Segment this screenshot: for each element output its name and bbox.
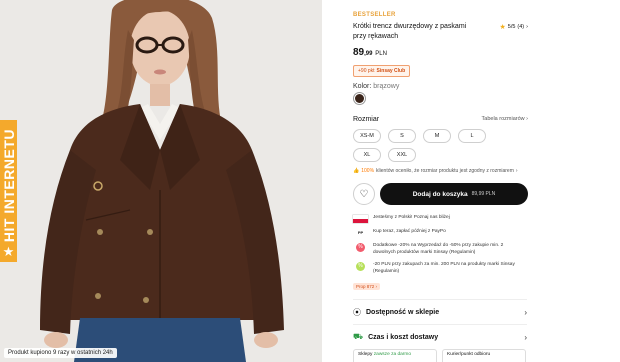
- delivery-info-row[interactable]: ⛟ Czas i koszt dostawy ›: [353, 324, 527, 342]
- size-option-xs-m[interactable]: XS-M: [353, 129, 381, 143]
- star-icon: ★: [2, 244, 15, 259]
- size-option-s[interactable]: S: [388, 129, 416, 143]
- size-option-l[interactable]: L: [458, 129, 486, 143]
- add-to-cart-label: Dodaj do koszyka: [412, 190, 468, 198]
- color-label: Kolor: brązowy: [353, 83, 620, 90]
- club-points-value: +90 pkt: [358, 68, 375, 74]
- promo-chip[interactable]: Prop 872 ›: [353, 283, 381, 290]
- color-value: brązowy: [373, 83, 400, 90]
- heart-icon: ♡: [359, 188, 369, 200]
- add-to-cart-price: 89,99 PLN: [471, 191, 496, 197]
- fit-note-text: klientów oceniło, że rozmiar produktu je…: [376, 168, 514, 174]
- club-name: Sinsay Club: [376, 68, 406, 74]
- delivery-options: Sklepy zawsze za darmo Kurier/punkt odbi…: [353, 349, 620, 362]
- club-points-chip: +90 pkt Sinsay Club: [353, 65, 411, 77]
- chevron-right-icon: ›: [524, 308, 527, 317]
- size-option-m[interactable]: M: [423, 129, 451, 143]
- bestseller-badge: BESTSELLER: [353, 12, 396, 18]
- size-options: XS-M S M L XL XXL: [353, 129, 503, 162]
- rating-star-icon: ★: [499, 24, 506, 31]
- promo-chip-label: Prop 872: [356, 284, 375, 289]
- store-availability-row[interactable]: ⦿ Dostępność w sklepie ›: [353, 299, 527, 318]
- hit-badge-label: HIT INTERNETU: [0, 128, 17, 242]
- delivery-card-sub: zawsze za darmo: [373, 352, 412, 357]
- price-main: 89: [353, 47, 365, 58]
- color-label-text: Kolor:: [353, 83, 372, 90]
- perk-item: % -20 PLN przy zakupach za min. 200 PLN …: [353, 261, 523, 275]
- product-photo[interactable]: HIT INTERNETU ★ Produkt kupiono 9 razy w…: [0, 0, 322, 362]
- perk-item: PP Kup teraz, zapłać później z PayPo: [353, 229, 523, 237]
- poland-flag-icon: [353, 215, 368, 223]
- size-guide-link[interactable]: Tabela rozmiarów ›: [482, 116, 528, 123]
- fit-note: 👍 100% klientów oceniło, że rozmiar prod…: [353, 168, 620, 174]
- perk-item: % Dodatkowe -20% na Wyprzedaż do -50% pr…: [353, 242, 523, 256]
- rating-count: (4): [517, 24, 525, 30]
- price-decimals: ,99: [364, 51, 373, 57]
- buy-row: ♡ Dodaj do koszyka 89,99 PLN: [353, 183, 620, 205]
- size-option-xxl[interactable]: XXL: [388, 148, 416, 162]
- perk-text: Kup teraz, zapłać później z PayPo: [373, 229, 446, 234]
- size-guide-label: Tabela rozmiarów: [481, 116, 525, 122]
- store-availability-label: Dostępność w sklepie: [366, 309, 440, 316]
- chevron-right-icon[interactable]: ›: [516, 168, 518, 174]
- chevron-right-icon: ›: [524, 332, 527, 342]
- model-illustration: [0, 0, 322, 362]
- size-label: Rozmiar: [353, 116, 380, 123]
- hit-internetu-badge: HIT INTERNETU ★: [0, 120, 17, 262]
- location-pin-icon: ⦿: [353, 308, 361, 317]
- delivery-card-stores[interactable]: Sklepy zawsze za darmo: [353, 349, 437, 362]
- product-title: Krótki trencz dwurzędowy z paskami przy …: [353, 23, 467, 40]
- thumbs-up-icon: 👍: [353, 168, 360, 174]
- price-currency: PLN: [375, 51, 387, 57]
- chevron-right-icon: ›: [526, 24, 528, 30]
- perk-text: -20 PLN przy zakupach za min. 200 PLN na…: [373, 262, 515, 274]
- product-info-panel: BESTSELLER Krótki trencz dwurzędowy z pa…: [322, 0, 620, 362]
- paypo-icon: PP: [357, 229, 364, 235]
- delivery-card-courier[interactable]: Kurier/punkt odbioru: [442, 349, 526, 362]
- size-header: Rozmiar Tabela rozmiarów ›: [353, 116, 528, 123]
- rating-score: 5/5: [507, 24, 516, 30]
- wishlist-button[interactable]: ♡: [353, 183, 375, 205]
- color-swatch-brown[interactable]: [355, 94, 364, 103]
- delivery-card-title: Kurier/punkt odbioru: [447, 352, 491, 357]
- percent-green-icon: %: [356, 261, 365, 271]
- delivery-truck-icon: ⛟: [353, 332, 364, 341]
- bought-count-note: Produkt kupiono 9 razy w ostatnich 24h: [4, 348, 117, 358]
- perk-text: Dodatkowe -20% na Wyprzedaż do -50% przy…: [373, 243, 504, 255]
- product-price: 89,99 PLN: [353, 47, 620, 58]
- delivery-card-title: Sklepy: [358, 352, 373, 357]
- fit-note-percent: 100%: [361, 168, 375, 174]
- delivery-info-label: Czas i koszt dostawy: [368, 333, 439, 341]
- percent-pink-icon: %: [356, 242, 365, 252]
- perk-text: Jesteśmy z Polski! Poznaj nas bliżej: [373, 215, 450, 220]
- add-to-cart-button[interactable]: Dodaj do koszyka 89,99 PLN: [380, 183, 528, 205]
- perks-list: Jesteśmy z Polski! Poznaj nas bliżej PP …: [353, 215, 523, 275]
- product-page: HIT INTERNETU ★ Produkt kupiono 9 razy w…: [0, 0, 620, 362]
- size-option-xl[interactable]: XL: [353, 148, 381, 162]
- perk-item: Jesteśmy z Polski! Poznaj nas bliżej: [353, 215, 523, 223]
- rating[interactable]: ★ 5/5 (4) ›: [499, 23, 528, 31]
- title-row: Krótki trencz dwurzędowy z paskami przy …: [353, 22, 528, 42]
